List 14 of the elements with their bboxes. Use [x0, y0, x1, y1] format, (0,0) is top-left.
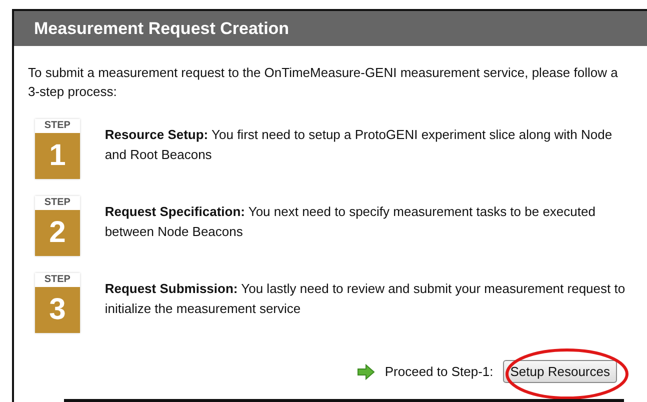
step-description: Resource Setup: You first need to setup a ProtoGENI experiment slice along with Node and Root Beacons	[104, 126, 614, 164]
proceed-label: Proceed to Step-1:	[384, 364, 494, 379]
step-label: STEP	[35, 273, 80, 287]
step-description: Request Specification: You next need to specify measurement tasks to be executed between Node Beacons	[104, 203, 596, 241]
step-label: STEP	[35, 196, 80, 210]
panel-title: Measurement Request Creation	[14, 11, 647, 46]
step-number: 2	[35, 210, 80, 256]
step-description: Request Submission: You lastly need to review and submit your measurement request to initialize the measurement service	[104, 280, 626, 318]
arrow-icon	[356, 364, 375, 380]
step-number: 1	[35, 133, 80, 179]
setup-resources-button[interactable]: Setup Resources	[503, 360, 617, 383]
intro-text: To submit a measurement request to the OnTimeMeasure-GENI measurement service, please follow a 3-step process:	[28, 64, 619, 101]
step-number: 3	[35, 287, 80, 333]
step-label: STEP	[35, 119, 80, 133]
